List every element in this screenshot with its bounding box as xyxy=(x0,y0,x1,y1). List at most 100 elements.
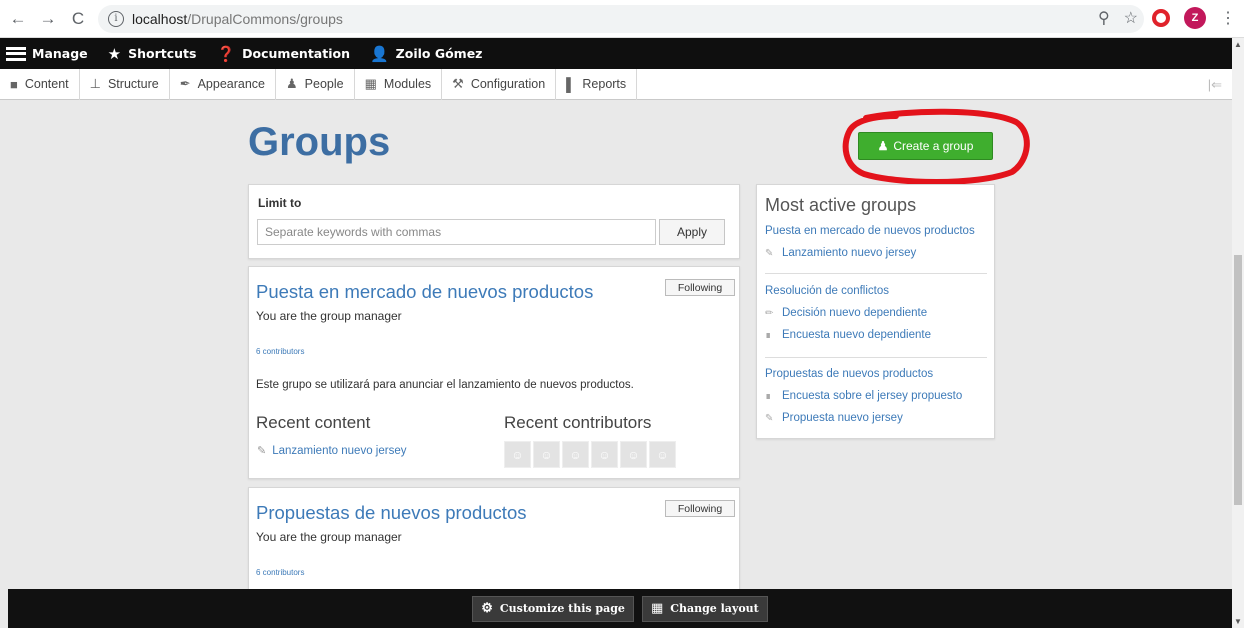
active-group-link[interactable]: Puesta en mercado de nuevos productos xyxy=(765,225,987,237)
gear-icon: ⚙ xyxy=(481,601,493,616)
brush-icon: ✒ xyxy=(179,76,191,91)
create-group-button[interactable]: ♟ Create a group xyxy=(858,132,993,160)
create-group-label: Create a group xyxy=(893,139,974,153)
contributors-link[interactable]: 6 contributors xyxy=(256,347,304,356)
scroll-down-arrow-icon[interactable]: ▼ xyxy=(1234,617,1242,626)
active-group-link[interactable]: Propuestas de nuevos productos xyxy=(765,368,987,380)
active-group: Resolución de conflictos ✏ Decisión nuevo… xyxy=(765,285,987,341)
group-description: Este grupo se utilizará para anunciar el… xyxy=(256,379,634,391)
active-group-item[interactable]: ∎ Encuesta sobre el jersey propuesto xyxy=(765,390,987,402)
people-icon: ♟ xyxy=(286,76,298,91)
tray-item-appearance[interactable]: ✒ Appearance xyxy=(170,68,277,100)
tray-item-label: Appearance xyxy=(197,77,266,91)
contributor-avatar[interactable]: ☺ xyxy=(562,441,589,468)
page-scrollbar[interactable]: ▲ ▼ xyxy=(1232,38,1244,628)
shortcuts-label: Shortcuts xyxy=(128,46,197,61)
site-info-icon[interactable]: i xyxy=(108,10,124,27)
tray-item-reports[interactable]: ▌ Reports xyxy=(556,68,638,100)
change-layout-button[interactable]: ▦ Change layout xyxy=(641,595,768,622)
tray-item-label: Configuration xyxy=(470,77,546,91)
forward-button[interactable]: → xyxy=(36,7,60,31)
contributor-avatar[interactable]: ☺ xyxy=(591,441,618,468)
group-card: Puesta en mercado de nuevos productos Fo… xyxy=(248,266,740,479)
recent-content-label: Lanzamiento nuevo jersey xyxy=(272,444,407,457)
pencil-icon: ✏ xyxy=(765,307,774,319)
browser-menu-icon[interactable]: ⋮ xyxy=(1220,8,1236,28)
tray-item-label: Content xyxy=(24,77,69,91)
add-user-icon: ♟ xyxy=(877,139,889,153)
contributor-avatars: ☺ ☺ ☺ ☺ ☺ ☺ xyxy=(504,441,676,468)
shortcuts-menu[interactable]: ★ Shortcuts xyxy=(98,38,207,69)
tray-item-people[interactable]: ♟ People xyxy=(276,68,355,100)
recent-content-heading: Recent content xyxy=(256,413,371,432)
tray-item-modules[interactable]: ▦ Modules xyxy=(355,68,443,100)
active-group-link[interactable]: Resolución de conflictos xyxy=(765,285,987,297)
help-icon: ❓ xyxy=(216,44,236,63)
active-group-item[interactable]: ∎ Encuesta nuevo dependiente xyxy=(765,329,987,341)
change-layout-label: Change layout xyxy=(670,602,759,615)
user-name: Zoilo Gómez xyxy=(395,46,483,61)
filter-label: Limit to xyxy=(258,196,302,210)
active-item-label: Propuesta nuevo jersey xyxy=(782,412,903,424)
tray-item-content[interactable]: ■ Content xyxy=(0,68,80,100)
back-button[interactable]: ← xyxy=(6,7,30,31)
divider xyxy=(765,357,987,358)
contributors-link[interactable]: 6 contributors xyxy=(256,568,304,577)
url-host: localhost xyxy=(132,10,188,27)
active-group-item[interactable]: ✎ Lanzamiento nuevo jersey xyxy=(765,247,987,259)
most-active-title: Most active groups xyxy=(765,195,917,215)
apply-button[interactable]: Apply xyxy=(659,219,725,245)
reload-button[interactable]: C xyxy=(66,7,90,31)
group-role: You are the group manager xyxy=(256,309,402,323)
opera-extension-icon[interactable] xyxy=(1152,9,1170,27)
following-button[interactable]: Following xyxy=(665,500,735,517)
active-group-item[interactable]: ✏ Decisión nuevo dependiente xyxy=(765,307,987,319)
address-bar[interactable]: i localhost/DrupalCommons/groups xyxy=(98,4,1144,33)
scroll-thumb[interactable] xyxy=(1234,255,1242,505)
contributor-avatar[interactable]: ☺ xyxy=(620,441,647,468)
hamburger-icon xyxy=(6,46,26,61)
poll-icon: ∎ xyxy=(765,329,772,341)
admin-toolbar: Manage ★ Shortcuts ❓ Documentation 👤 Zoi… xyxy=(0,38,1232,69)
tray-item-label: People xyxy=(304,77,344,91)
contributor-avatar[interactable]: ☺ xyxy=(504,441,531,468)
tray-item-structure[interactable]: ⊥ Structure xyxy=(80,68,170,100)
poll-icon: ∎ xyxy=(765,390,772,402)
recent-content-item[interactable]: ✎ Lanzamiento nuevo jersey xyxy=(257,444,407,458)
customize-page-button[interactable]: ⚙ Customize this page xyxy=(472,595,634,622)
active-group-item[interactable]: ✎ Propuesta nuevo jersey xyxy=(765,412,987,424)
zoom-icon[interactable]: ⚲ xyxy=(1098,8,1110,28)
divider xyxy=(765,273,987,274)
browser-toolbar: ← → C i localhost/DrupalCommons/groups ⚲… xyxy=(0,0,1244,38)
user-menu[interactable]: 👤 Zoilo Gómez xyxy=(360,38,492,69)
admin-tray: ■ Content ⊥ Structure ✒ Appearance ♟ People … xyxy=(0,68,1232,100)
keywords-input[interactable]: Separate keywords with commas xyxy=(257,219,656,245)
active-group: Propuestas de nuevos productos ∎ Encuesta… xyxy=(765,368,987,424)
page-title: Groups xyxy=(248,120,391,164)
tray-collapse-icon[interactable]: |⇐ xyxy=(1208,77,1222,93)
tray-item-configuration[interactable]: ⚒ Configuration xyxy=(442,68,557,100)
group-title-link[interactable]: Propuestas de nuevos productos xyxy=(256,502,526,524)
puzzle-icon: ▦ xyxy=(364,76,377,91)
following-button[interactable]: Following xyxy=(665,279,735,296)
filter-panel: Limit to Separate keywords with commas A… xyxy=(248,184,740,259)
profile-avatar[interactable]: Z xyxy=(1184,7,1206,29)
contributor-avatar[interactable]: ☺ xyxy=(649,441,676,468)
sitemap-icon: ⊥ xyxy=(89,76,101,91)
user-icon: 👤 xyxy=(369,44,389,63)
tray-item-label: Modules xyxy=(383,77,432,91)
group-title-link[interactable]: Puesta en mercado de nuevos productos xyxy=(256,281,593,303)
tray-item-label: Reports xyxy=(582,77,627,91)
tray-item-label: Structure xyxy=(107,77,159,91)
active-group: Puesta en mercado de nuevos productos ✎ L… xyxy=(765,225,987,259)
document-icon: ■ xyxy=(10,76,18,92)
active-item-label: Decisión nuevo dependiente xyxy=(782,307,928,319)
documentation-menu[interactable]: ❓ Documentation xyxy=(206,38,360,69)
manage-menu[interactable]: Manage xyxy=(0,38,98,69)
group-card: Propuestas de nuevos productos Following… xyxy=(248,487,740,597)
star-icon: ★ xyxy=(107,44,122,63)
edit-icon: ✎ xyxy=(765,412,774,424)
scroll-up-arrow-icon[interactable]: ▲ xyxy=(1234,40,1242,49)
contributor-avatar[interactable]: ☺ xyxy=(533,441,560,468)
bookmark-star-icon[interactable]: ☆ xyxy=(1124,8,1138,28)
